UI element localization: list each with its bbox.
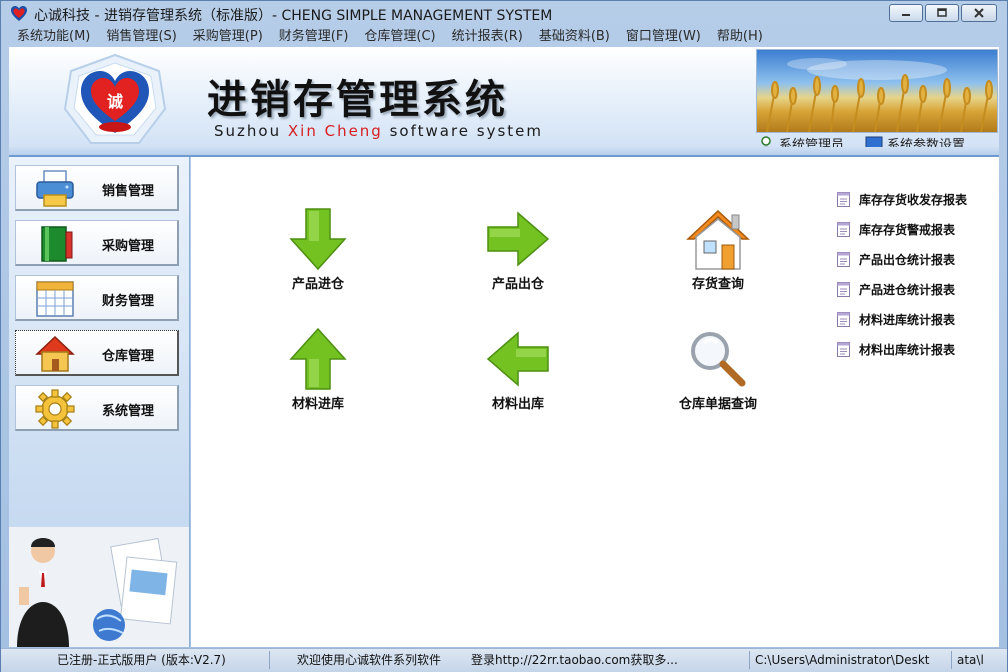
status-login-link[interactable]: 登录http://22rr.taobao.com获取多... (471, 651, 741, 670)
arrow-up-icon (289, 327, 347, 390)
sidebar-item-system[interactable]: 系统管理 (15, 385, 179, 431)
report-link-inventory-flow[interactable]: 库存存货收发存报表 (837, 191, 967, 208)
status-divider (749, 651, 750, 669)
heart-logo-icon (11, 6, 27, 21)
func-label: 存货查询 (691, 277, 744, 292)
promo-image (9, 527, 189, 647)
house-icon (686, 209, 750, 270)
report-doc-icon (837, 342, 850, 357)
func-label: 材料出库 (491, 397, 544, 412)
main-panel: 产品进仓 产品出仓 存货查询 材料进库 材料出库 仓库单据查询 库存存货收发存报… (191, 157, 999, 647)
close-icon (974, 8, 984, 18)
report-label: 库存存货警戒报表 (859, 223, 956, 237)
subtitle-highlight: Xin Cheng (287, 122, 383, 140)
menu-basic-data[interactable]: 基础资料(B) (531, 27, 618, 47)
sidebar-item-label: 财务管理 (102, 294, 155, 309)
menu-sales[interactable]: 销售管理(S) (98, 27, 184, 47)
report-label: 产品出仓统计报表 (859, 253, 956, 267)
report-link-inventory-alert[interactable]: 库存存货警戒报表 (837, 221, 955, 238)
arrow-down-icon (289, 208, 347, 271)
report-label: 产品进仓统计报表 (859, 283, 956, 297)
func-inventory-query[interactable]: 存货查询 (658, 207, 778, 292)
maximize-button[interactable] (925, 4, 959, 22)
calendar-icon (36, 281, 74, 317)
sidebar-item-warehouse[interactable]: 仓库管理 (15, 330, 179, 376)
report-link-product-out-stats[interactable]: 产品出仓统计报表 (837, 251, 955, 268)
sidebar-item-finance[interactable]: 财务管理 (15, 275, 179, 321)
book-icon (41, 226, 73, 262)
report-doc-icon (837, 282, 850, 297)
report-doc-icon (837, 222, 850, 237)
func-label: 产品出仓 (491, 277, 544, 292)
func-product-out[interactable]: 产品出仓 (458, 207, 578, 292)
company-logo: 诚 (63, 53, 167, 144)
status-extra: ata\l (957, 653, 984, 667)
header-banner: 诚 进销存管理系统 Suzhou Xin Cheng software syst… (9, 47, 999, 157)
report-label: 材料进库统计报表 (859, 313, 956, 327)
house-icon (35, 335, 75, 372)
sidebar-item-purchase[interactable]: 采购管理 (15, 220, 179, 266)
title-bar[interactable]: 心诚科技 - 进销存管理系统（标准版）- CHENG SIMPLE MANAGE… (1, 1, 1007, 27)
func-label: 产品进仓 (291, 277, 344, 292)
menu-help[interactable]: 帮助(H) (709, 27, 771, 47)
report-link-material-out-stats[interactable]: 材料出库统计报表 (837, 341, 955, 358)
sidebar-item-sales[interactable]: 销售管理 (15, 165, 179, 211)
menu-purchase[interactable]: 采购管理(P) (185, 27, 271, 47)
menu-reports[interactable]: 统计报表(R) (444, 27, 531, 47)
status-welcome: 欢迎使用心诚软件系列软件 (297, 653, 442, 667)
banner-subtitle: Suzhou Xin Cheng software system (214, 122, 543, 140)
banner-title: 进销存管理系统 (207, 77, 508, 123)
wheat-field-image (756, 49, 998, 133)
status-path: C:\Users\Administrator\Deskt (755, 653, 930, 667)
subtitle-prefix: Suzhou (214, 122, 288, 140)
report-label: 库存存货收发存报表 (859, 193, 968, 207)
menu-finance[interactable]: 财务管理(F) (271, 27, 357, 47)
menu-warehouse[interactable]: 仓库管理(C) (356, 27, 443, 47)
func-label: 仓库单据查询 (678, 397, 757, 412)
arrow-right-icon (487, 211, 550, 267)
subtitle-suffix: software system (382, 122, 544, 140)
menu-system[interactable]: 系统功能(M) (9, 27, 98, 47)
report-doc-icon (837, 312, 850, 327)
banner-divider (9, 147, 999, 155)
sidebar-item-label: 仓库管理 (102, 349, 155, 364)
app-window: 心诚科技 - 进销存管理系统（标准版）- CHENG SIMPLE MANAGE… (0, 0, 1008, 672)
func-material-out[interactable]: 材料出库 (458, 327, 578, 412)
magnifier-icon (691, 332, 746, 387)
arrow-left-icon (486, 331, 549, 387)
func-material-in[interactable]: 材料进库 (258, 327, 378, 412)
minimize-icon (902, 14, 910, 16)
report-label: 材料出库统计报表 (859, 343, 956, 357)
func-label: 材料进库 (291, 397, 344, 412)
status-divider (269, 651, 270, 669)
menu-bar: 系统功能(M) 销售管理(S) 采购管理(P) 财务管理(F) 仓库管理(C) … (9, 27, 1001, 47)
businessman-illustration (9, 527, 189, 647)
window-title: 心诚科技 - 进销存管理系统（标准版）- CHENG SIMPLE MANAGE… (34, 8, 553, 24)
sidebar-item-label: 采购管理 (102, 239, 155, 254)
close-button[interactable] (961, 4, 997, 22)
status-divider (951, 651, 952, 669)
minimize-button[interactable] (889, 4, 923, 22)
gear-icon (35, 389, 75, 429)
wheat-illustration (766, 58, 993, 132)
report-link-material-in-stats[interactable]: 材料进库统计报表 (837, 311, 955, 328)
report-doc-icon (837, 252, 850, 267)
sidebar-item-label: 销售管理 (102, 184, 155, 199)
report-link-product-in-stats[interactable]: 产品进仓统计报表 (837, 281, 955, 298)
printer-icon (36, 170, 74, 207)
logo-text: 诚 (107, 92, 123, 111)
sidebar: 销售管理 采购管理 财务管理 仓库管理 系统管理 (9, 157, 190, 647)
sidebar-item-label: 系统管理 (102, 404, 155, 419)
func-product-in[interactable]: 产品进仓 (258, 207, 378, 292)
restore-icon (937, 8, 947, 17)
menu-window[interactable]: 窗口管理(W) (618, 27, 709, 47)
report-doc-icon (837, 192, 850, 207)
func-warehouse-doc-query[interactable]: 仓库单据查询 (658, 327, 778, 412)
status-bar: 已注册-正式版用户 (版本:V2.7) 欢迎使用心诚软件系列软件 登录http:… (1, 648, 1007, 672)
status-license: 已注册-正式版用户 (版本:V2.7) (57, 653, 226, 667)
